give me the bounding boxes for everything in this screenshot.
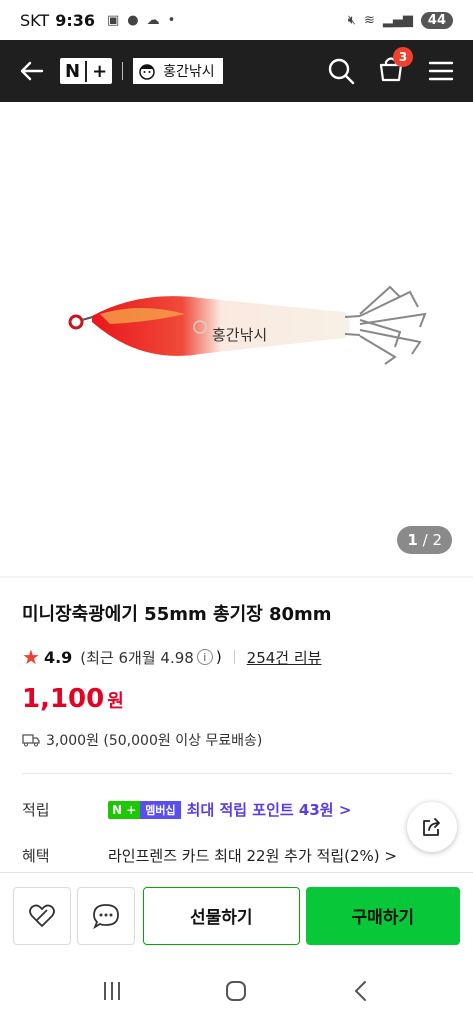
review-count-link[interactable]: 254건 리뷰	[247, 647, 322, 668]
logo-n: N	[65, 60, 81, 82]
info-icon[interactable]: i	[196, 649, 213, 665]
price-value: 1,100	[22, 684, 105, 714]
shipping-info: 3,000원 (50,000원 이상 무료배송)	[22, 730, 262, 750]
price-unit: 원	[107, 691, 124, 712]
talk-icon: ●	[127, 12, 139, 28]
points-row[interactable]: 적립 N + 멤버십 최대 적립 포인트 43원 >	[22, 799, 351, 820]
dot-icon: •	[167, 12, 176, 28]
back-arrow-icon[interactable]	[18, 57, 46, 85]
system-icons: 🔇︎ ≋ ▂▄▆ 44	[347, 11, 453, 29]
rating-divider	[233, 650, 235, 664]
purchase-action-bar: 선물하기 구매하기	[0, 872, 473, 958]
store-mascot-icon	[139, 64, 155, 80]
home-icon[interactable]	[224, 979, 248, 1003]
back-nav-icon[interactable]	[349, 979, 373, 1003]
rating-row: ★ 4.9 (최근 6개월 4.98 i ) 254건 리뷰	[22, 645, 321, 669]
cart-button[interactable]: 3	[377, 47, 413, 87]
max-points-link[interactable]: 최대 적립 포인트 43원 >	[187, 799, 352, 820]
shipping-text: 3,000원 (50,000원 이상 무료배송)	[46, 733, 263, 749]
status-bar: SKT 9:36 ▣ ● ☁ • 🔇︎ ≋ ▂▄▆ 44	[0, 0, 473, 40]
wishlist-button[interactable]	[13, 886, 71, 945]
card-benefit-link[interactable]: 라인프렌즈 카드 최대 22원 추가 적립(2%) >	[108, 845, 397, 866]
recent-apps-icon[interactable]	[100, 980, 124, 1002]
menu-icon[interactable]	[427, 57, 455, 85]
wifi-icon: ≋	[364, 12, 375, 28]
screenshot-icon: ▣	[106, 12, 120, 28]
product-image-carousel[interactable]: 홍간낚시 1 / 2	[0, 102, 473, 576]
mute-icon: 🔇︎	[347, 12, 356, 28]
section-divider	[22, 773, 452, 774]
rating-score: 4.9	[43, 647, 73, 667]
store-logo[interactable]: 홍간낚시	[133, 58, 223, 84]
battery-indicator: 44	[420, 11, 453, 29]
image-divider	[0, 576, 473, 578]
signal-icon: ▂▄▆	[382, 12, 413, 28]
membership-badge: N + 멤버십	[108, 800, 181, 819]
system-navigation-bar	[0, 958, 473, 1024]
share-button[interactable]	[407, 802, 457, 852]
logo-plus: +	[85, 60, 112, 82]
buy-button[interactable]: 구매하기	[305, 886, 460, 945]
app-header: N + 홍간낚시 3	[0, 40, 473, 102]
price: 1,100 원	[22, 684, 124, 714]
notification-icons: ▣ ● ☁ •	[107, 13, 175, 28]
chat-bubble-icon	[93, 903, 119, 929]
star-icon: ★	[22, 645, 40, 669]
product-title: 미니장축광에기 55mm 총기장 80mm	[22, 604, 332, 625]
delivery-truck-icon	[22, 734, 40, 747]
share-icon	[423, 818, 440, 836]
cart-count-badge: 3	[393, 47, 413, 67]
gift-button[interactable]: 선물하기	[143, 886, 300, 945]
header-divider	[122, 62, 124, 80]
carrier: SKT	[20, 10, 50, 30]
points-label: 적립	[22, 801, 50, 819]
membership-n-logo: N +	[112, 802, 137, 817]
store-name: 홍간낚시	[163, 64, 215, 80]
clock: 9:36	[55, 10, 95, 30]
naver-plus-logo[interactable]: N +	[60, 58, 113, 84]
recent-rating-close: )	[215, 648, 222, 666]
image-watermark: 홍간낚시	[212, 326, 267, 344]
benefit-label: 혜택	[22, 847, 50, 865]
recent-rating: (최근 6개월 4.98	[80, 648, 194, 667]
membership-tag: 멤버십	[140, 800, 181, 819]
zzim-heart-icon	[29, 904, 55, 927]
talk-inquiry-button[interactable]	[77, 886, 135, 945]
squid-jig-image: 홍간낚시	[68, 285, 427, 365]
image-total: / 2	[422, 531, 442, 549]
image-page-indicator: 1 / 2	[397, 526, 452, 554]
search-icon[interactable]	[327, 57, 355, 85]
benefit-row[interactable]: 혜택 라인프렌즈 카드 최대 22원 추가 적립(2%) >	[22, 845, 397, 866]
image-current-index: 1	[407, 531, 418, 549]
cloud-icon: ☁	[146, 12, 160, 28]
